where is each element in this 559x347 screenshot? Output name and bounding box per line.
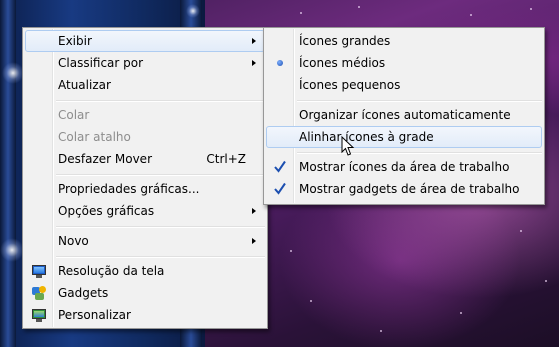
menu-separator	[56, 226, 265, 228]
gadgets-icon	[31, 285, 47, 301]
submenu-item-large-icons[interactable]: Ícones grandes	[266, 30, 542, 52]
menu-separator	[297, 100, 542, 102]
wallpaper-star	[520, 230, 522, 232]
wallpaper-star	[470, 14, 472, 16]
menu-item-label: Ícones grandes	[299, 34, 391, 48]
menu-separator	[297, 152, 542, 154]
submenu-item-medium-icons[interactable]: Ícones médios	[266, 52, 542, 74]
menu-item-refresh[interactable]: Atualizar	[25, 74, 265, 96]
wallpaper-light	[186, 4, 200, 18]
menu-item-label: Colar	[58, 108, 90, 122]
wallpaper-light	[0, 238, 24, 262]
submenu-item-align-to-grid[interactable]: Alinhar ícones à grade	[266, 126, 542, 148]
submenu-arrow-icon	[252, 208, 256, 214]
menu-item-label: Ícones médios	[299, 56, 386, 70]
menu-item-label: Atualizar	[58, 78, 111, 92]
menu-item-undo-move[interactable]: Desfazer Mover Ctrl+Z	[25, 148, 265, 170]
menu-item-label: Propriedades gráficas...	[58, 182, 200, 196]
menu-item-gadgets[interactable]: Gadgets	[25, 282, 265, 304]
menu-item-label: Mostrar ícones da área de trabalho	[299, 160, 510, 174]
menu-item-paste-shortcut[interactable]: Colar atalho	[25, 126, 265, 148]
submenu-item-small-icons[interactable]: Ícones pequenos	[266, 74, 542, 96]
menu-separator	[56, 100, 265, 102]
wallpaper-star	[358, 6, 360, 8]
menu-item-graphics-options[interactable]: Opções gráficas	[25, 200, 265, 222]
submenu-arrow-icon	[252, 38, 256, 44]
menu-item-label: Organizar ícones automaticamente	[299, 108, 511, 122]
menu-item-shortcut: Ctrl+Z	[206, 152, 246, 166]
view-submenu: Ícones grandes Ícones médios Ícones pequ…	[263, 27, 545, 205]
menu-item-graphics-properties[interactable]: Propriedades gráficas...	[25, 178, 265, 200]
menu-item-label: Personalizar	[58, 308, 131, 322]
wallpaper-star	[545, 280, 547, 282]
wallpaper-star	[290, 250, 292, 252]
checkmark-icon	[274, 182, 286, 195]
menu-item-label: Colar atalho	[58, 130, 131, 144]
menu-item-label: Novo	[58, 234, 89, 248]
wallpaper-star	[300, 12, 302, 14]
menu-item-paste[interactable]: Colar	[25, 104, 265, 126]
wallpaper-light	[2, 62, 24, 84]
radio-bullet-icon	[277, 60, 283, 66]
checkmark-icon	[274, 160, 286, 173]
wallpaper-star	[530, 8, 532, 10]
menu-item-label: Resolução da tela	[58, 264, 165, 278]
menu-item-label: Alinhar ícones à grade	[299, 130, 434, 144]
wallpaper-star	[310, 300, 312, 302]
menu-separator	[56, 256, 265, 258]
wallpaper-star	[380, 330, 382, 332]
menu-item-label: Opções gráficas	[58, 204, 155, 218]
menu-item-label: Ícones pequenos	[299, 78, 401, 92]
menu-item-new[interactable]: Novo	[25, 230, 265, 252]
mouse-pointer-icon	[341, 136, 355, 156]
menu-item-label: Classificar por	[58, 56, 144, 70]
menu-separator	[56, 174, 265, 176]
submenu-arrow-icon	[252, 60, 256, 66]
submenu-item-auto-arrange[interactable]: Organizar ícones automaticamente	[266, 104, 542, 126]
menu-item-label: Mostrar gadgets de área de trabalho	[299, 182, 520, 196]
menu-item-label: Gadgets	[58, 286, 109, 300]
desktop-context-menu: Exibir Classificar por Atualizar Colar C…	[22, 27, 268, 329]
menu-item-view[interactable]: Exibir	[25, 30, 265, 52]
personalize-icon	[31, 307, 47, 323]
menu-item-personalize[interactable]: Personalizar	[25, 304, 265, 326]
submenu-item-show-desktop-icons[interactable]: Mostrar ícones da área de trabalho	[266, 156, 542, 178]
submenu-item-show-desktop-gadgets[interactable]: Mostrar gadgets de área de trabalho	[266, 178, 542, 200]
wallpaper-pillar	[0, 0, 16, 347]
wallpaper-star	[460, 312, 462, 314]
menu-item-label: Exibir	[58, 34, 92, 48]
menu-item-screen-resolution[interactable]: Resolução da tela	[25, 260, 265, 282]
display-settings-icon	[31, 263, 47, 279]
menu-item-sort-by[interactable]: Classificar por	[25, 52, 265, 74]
submenu-arrow-icon	[252, 238, 256, 244]
menu-item-label: Desfazer Mover	[58, 152, 152, 166]
